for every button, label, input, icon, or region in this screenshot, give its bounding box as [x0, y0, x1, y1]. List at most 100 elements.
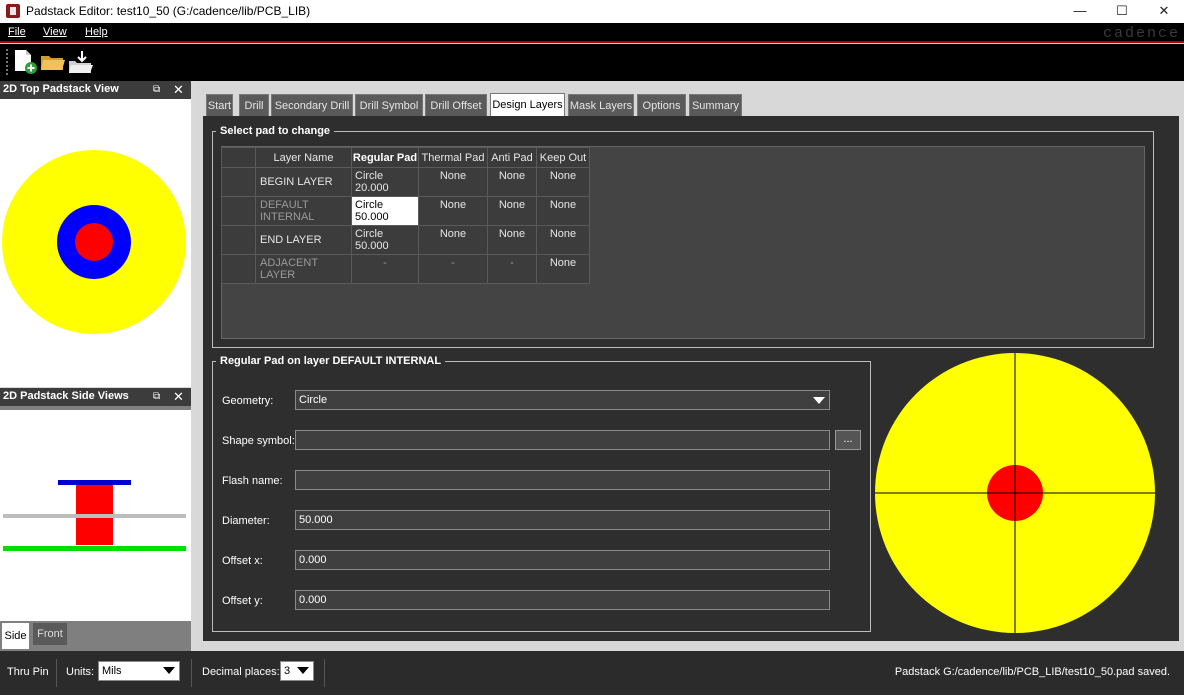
divider	[56, 659, 57, 687]
col-thermal-pad: Thermal Pad	[418, 147, 488, 168]
anti-pad-cell[interactable]: -	[487, 254, 537, 284]
regular-pad-cell[interactable]: -	[351, 254, 419, 284]
tab-design-layers[interactable]: Design Layers	[490, 93, 565, 116]
offset-x-input[interactable]: 0.000	[295, 550, 830, 570]
chevron-down-icon	[297, 667, 309, 674]
units-select[interactable]: Mils	[98, 661, 180, 681]
shape-symbol-input[interactable]	[295, 430, 830, 450]
offset-x-label: Offset x:	[222, 555, 263, 567]
units-value: Mils	[102, 665, 122, 677]
anti-pad-cell[interactable]: None	[487, 196, 537, 226]
offset-y-input[interactable]: 0.000	[295, 590, 830, 610]
menu-view[interactable]: View	[43, 26, 67, 38]
regular-pad-cell[interactable]: Circle 20.000	[351, 167, 419, 197]
maximize-button[interactable]: ☐	[1099, 0, 1145, 23]
keep-out-cell[interactable]: None	[536, 225, 590, 255]
row-header[interactable]	[221, 167, 256, 197]
anti-pad-cell[interactable]: None	[487, 225, 537, 255]
side-view-drawing	[3, 480, 186, 551]
keep-out-cell[interactable]: None	[536, 167, 590, 197]
browse-shape-button[interactable]: ...	[835, 430, 861, 450]
row-header[interactable]	[221, 225, 256, 255]
table-row[interactable]: END LAYER Circle 50.000 None None None	[221, 225, 590, 255]
side-view-header: 2D Padstack Side Views ⧉ ✕	[0, 388, 191, 406]
tab-secondary-drill[interactable]: Secondary Drill	[271, 94, 353, 116]
thermal-pad-cell[interactable]: None	[418, 167, 488, 197]
drill-circle	[75, 223, 113, 261]
tab-drill[interactable]: Drill	[239, 94, 269, 116]
internal-layer	[3, 514, 186, 518]
tab-mask-layers[interactable]: Mask Layers	[568, 94, 634, 116]
table-corner	[221, 147, 256, 168]
status-message: Padstack G:/cadence/lib/PCB_LIB/test10_5…	[894, 666, 1170, 678]
float-panel-icon[interactable]: ⧉	[153, 391, 160, 402]
status-bar: Thru Pin Units: Mils Decimal places: 3 P…	[0, 651, 1184, 695]
regular-pad-cell-selected[interactable]: Circle 50.000	[351, 196, 419, 226]
toolbar	[0, 44, 1184, 81]
side-view-canvas[interactable]	[0, 410, 191, 621]
top-view-canvas[interactable]	[0, 99, 191, 387]
table-header-row: Layer Name Regular Pad Thermal Pad Anti …	[221, 147, 590, 168]
tab-start[interactable]: Start	[206, 94, 233, 116]
title-bar: Padstack Editor: test10_50 (G:/cadence/l…	[0, 0, 1184, 23]
geometry-value: Circle	[299, 394, 328, 406]
top-view-title: 2D Top Padstack View	[3, 83, 119, 95]
diameter-input[interactable]: 50.000	[295, 510, 830, 530]
menu-file[interactable]: File	[8, 26, 26, 38]
tab-side[interactable]: Side	[2, 623, 29, 649]
units-label: Units:	[66, 666, 95, 678]
open-folder-icon[interactable]	[40, 49, 66, 75]
thermal-pad-cell[interactable]: None	[418, 196, 488, 226]
tab-drill-symbol[interactable]: Drill Symbol	[355, 94, 423, 116]
close-panel-icon[interactable]: ✕	[173, 82, 184, 98]
shape-symbol-label: Shape symbol:	[222, 435, 295, 447]
col-keep-out: Keep Out	[536, 147, 590, 168]
layer-name-cell[interactable]: END LAYER	[255, 225, 352, 255]
col-regular-pad: Regular Pad	[351, 147, 419, 168]
tab-front[interactable]: Front	[33, 623, 67, 645]
minimize-button[interactable]: —	[1057, 0, 1103, 23]
keep-out-cell[interactable]: None	[536, 196, 590, 226]
thermal-pad-cell[interactable]: -	[418, 254, 488, 284]
decimal-places-value: 3	[284, 665, 291, 677]
save-icon[interactable]	[68, 49, 94, 75]
col-anti-pad: Anti Pad	[487, 147, 537, 168]
geometry-dropdown[interactable]: Circle	[295, 390, 830, 410]
window-title: Padstack Editor: test10_50 (G:/cadence/l…	[26, 4, 311, 18]
side-view-panel: 2D Padstack Side Views ⧉ ✕ Side Front	[0, 388, 191, 651]
tab-drill-offset[interactable]: Drill Offset	[425, 94, 487, 116]
new-file-icon[interactable]	[12, 49, 38, 75]
menu-help[interactable]: Help	[85, 26, 108, 38]
keep-out-cell[interactable]: None	[536, 254, 590, 284]
decimal-places-label: Decimal places:	[202, 666, 280, 678]
close-panel-icon[interactable]: ✕	[173, 389, 184, 405]
chevron-down-icon	[813, 397, 825, 404]
offset-y-label: Offset y:	[222, 595, 263, 607]
flash-name-label: Flash name:	[222, 475, 283, 487]
float-panel-icon[interactable]: ⧉	[153, 84, 160, 95]
row-header[interactable]	[221, 196, 256, 226]
table-row[interactable]: ADJACENT LAYER - - - None	[221, 254, 590, 284]
anti-pad-cell[interactable]: None	[487, 167, 537, 197]
thermal-pad-cell[interactable]: None	[418, 225, 488, 255]
select-pad-group-title: Select pad to change	[216, 125, 335, 137]
divider	[324, 659, 325, 687]
top-layer-pad	[58, 480, 131, 485]
top-view-panel: 2D Top Padstack View ⧉ ✕	[0, 81, 191, 387]
layer-name-cell[interactable]: ADJACENT LAYER	[255, 254, 352, 284]
col-layer-name: Layer Name	[255, 147, 352, 168]
close-window-button[interactable]: ✕	[1141, 0, 1184, 23]
table-row[interactable]: DEFAULT INTERNAL Circle 50.000 None None…	[221, 196, 590, 226]
regular-pad-cell[interactable]: Circle 50.000	[351, 225, 419, 255]
tab-summary[interactable]: Summary	[689, 94, 742, 116]
row-header[interactable]	[221, 254, 256, 284]
top-view-header: 2D Top Padstack View ⧉ ✕	[0, 81, 191, 99]
decimal-places-select[interactable]: 3	[280, 661, 314, 681]
tab-options[interactable]: Options	[637, 94, 686, 116]
table-row[interactable]: BEGIN LAYER Circle 20.000 None None None	[221, 167, 590, 197]
cadence-logo: cadence	[1102, 25, 1180, 42]
chevron-down-icon	[163, 667, 175, 674]
layer-name-cell[interactable]: BEGIN LAYER	[255, 167, 352, 197]
layer-name-cell[interactable]: DEFAULT INTERNAL	[255, 196, 352, 226]
flash-name-input[interactable]	[295, 470, 830, 490]
